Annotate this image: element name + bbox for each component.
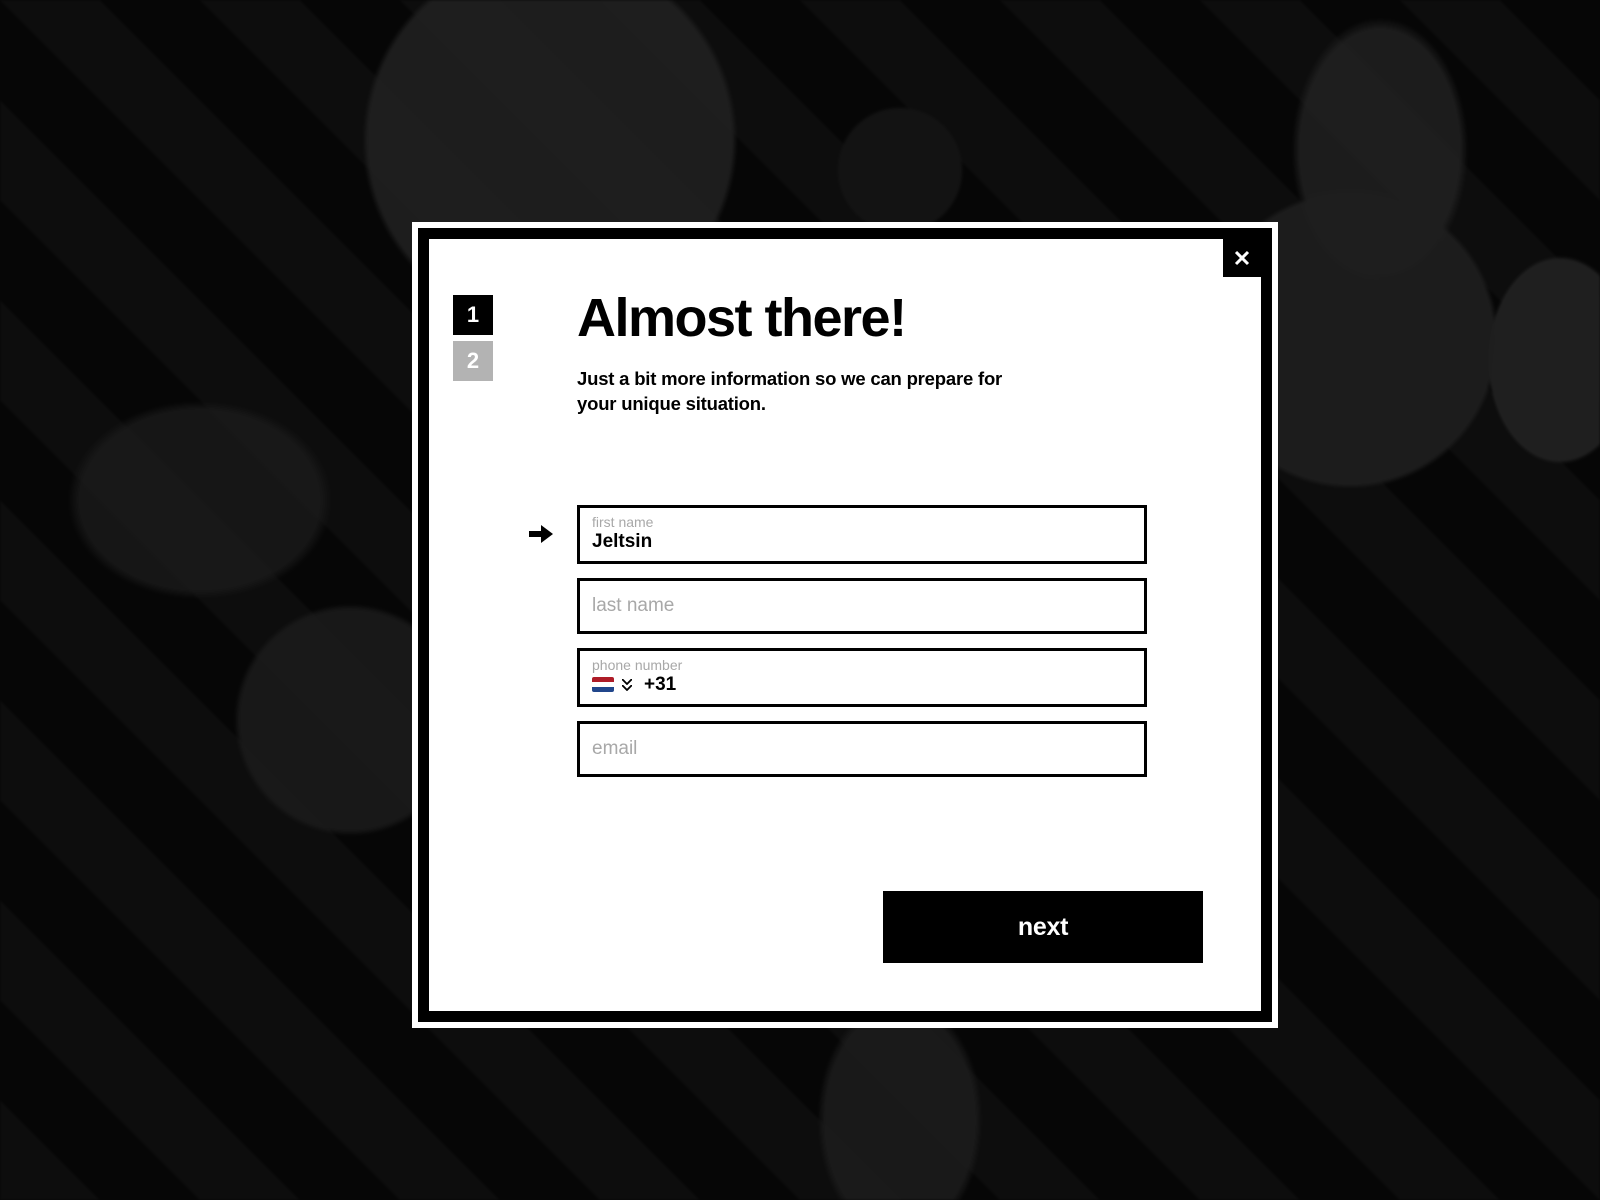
first-name-field[interactable]: first name Jeltsin [577,505,1147,564]
step-indicator: 1 2 [453,295,493,381]
last-name-field[interactable]: last name [577,578,1147,634]
close-button[interactable] [1223,239,1261,277]
step-2[interactable]: 2 [453,341,493,381]
flag-nl-icon[interactable] [592,677,614,692]
last-name-placeholder: last name [592,595,674,617]
first-name-row: first name Jeltsin [577,505,1203,564]
first-name-label: first name [592,514,1132,530]
next-button[interactable]: next [883,891,1203,963]
form: first name Jeltsin last name phone numbe… [577,505,1203,777]
country-dropdown-icon[interactable] [622,679,632,691]
modal-dialog: 1 2 Almost there! Just a bit more inform… [418,228,1272,1022]
modal-title: Almost there! [577,287,1203,349]
dial-code: +31 [644,674,676,696]
close-icon [1234,250,1250,266]
phone-field[interactable]: phone number +31 [577,648,1147,707]
phone-label: phone number [592,657,1132,673]
last-name-row: last name [577,578,1203,634]
email-placeholder: email [592,738,637,760]
phone-row: phone number +31 [577,648,1203,707]
email-field[interactable]: email [577,721,1147,777]
first-name-value: Jeltsin [592,531,1132,553]
email-row: email [577,721,1203,777]
modal-subtitle: Just a bit more information so we can pr… [577,367,1037,417]
step-1[interactable]: 1 [453,295,493,335]
arrow-right-icon [529,522,553,546]
